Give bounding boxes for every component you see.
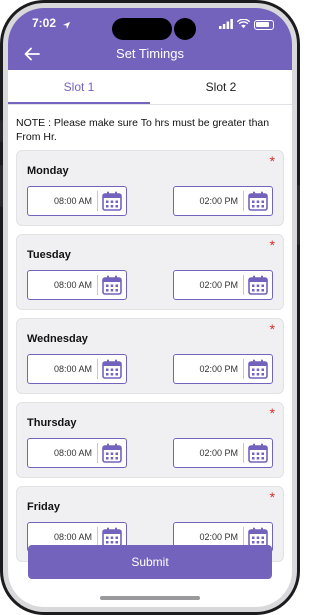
home-indicator	[100, 596, 200, 600]
from-time-field[interactable]: 08:00 AM	[27, 354, 127, 384]
required-mark: *	[269, 321, 275, 337]
slot-tabs: Slot 1 Slot 2	[8, 70, 292, 104]
calendar-icon[interactable]	[244, 354, 272, 384]
day-card-thursday: * Thursday 08:00 AM 02:00 PM	[16, 402, 284, 478]
from-time-field[interactable]: 08:00 AM	[27, 186, 127, 216]
mute-switch	[0, 120, 3, 142]
calendar-icon[interactable]	[98, 186, 126, 216]
from-time-field[interactable]: 08:00 AM	[27, 438, 127, 468]
calendar-icon[interactable]	[244, 270, 272, 300]
calendar-icon[interactable]	[244, 186, 272, 216]
day-name: Thursday	[27, 417, 77, 429]
phone-frame: 7:02 Set Timings Slot 1 Slot 2 NOTE: Pl…	[0, 0, 300, 615]
required-mark: *	[269, 405, 275, 421]
screen: 7:02 Set Timings Slot 1 Slot 2 NOTE: Pl…	[8, 8, 292, 607]
battery-icon	[254, 20, 274, 30]
from-time-field[interactable]: 08:00 AM	[27, 270, 127, 300]
calendar-icon[interactable]	[244, 438, 272, 468]
from-time-value: 08:00 AM	[53, 280, 92, 290]
status-time: 7:02	[32, 16, 57, 30]
day-name: Tuesday	[27, 249, 71, 261]
to-time-field[interactable]: 02:00 PM	[173, 186, 273, 216]
tab-slot-2[interactable]: Slot 2	[150, 70, 292, 104]
to-time-value: 02:00 PM	[199, 280, 238, 290]
day-card-tuesday: * Tuesday 08:00 AM 02:00 PM	[16, 234, 284, 310]
required-mark: *	[269, 237, 275, 253]
power-button	[297, 185, 300, 245]
signal-icon	[219, 16, 233, 34]
app-header: 7:02 Set Timings	[8, 8, 292, 70]
wifi-icon	[236, 16, 251, 34]
submit-button[interactable]: Submit	[28, 545, 272, 579]
front-camera	[174, 18, 196, 40]
from-time-value: 08:00 AM	[53, 364, 92, 374]
to-time-field[interactable]: 02:00 PM	[173, 438, 273, 468]
from-time-value: 08:00 AM	[53, 532, 92, 542]
day-name: Wednesday	[27, 333, 88, 345]
day-name: Monday	[27, 165, 69, 177]
day-list: * Monday 08:00 AM 02:00 PM * Tuesday 08:…	[16, 150, 284, 570]
location-icon	[62, 17, 71, 35]
calendar-icon[interactable]	[98, 354, 126, 384]
required-mark: *	[269, 153, 275, 169]
required-mark: *	[269, 489, 275, 505]
status-icons	[219, 16, 274, 34]
note-text: NOTE : Please make sure To hrs must be g…	[16, 117, 270, 143]
to-time-value: 02:00 PM	[199, 196, 238, 206]
tab-divider	[8, 104, 292, 105]
to-time-field[interactable]: 02:00 PM	[173, 270, 273, 300]
calendar-icon[interactable]	[98, 270, 126, 300]
day-name: Friday	[27, 501, 61, 513]
dynamic-island	[112, 18, 172, 40]
volume-up-button	[0, 165, 3, 207]
calendar-icon[interactable]	[98, 438, 126, 468]
day-card-wednesday: * Wednesday 08:00 AM 02:00 PM	[16, 318, 284, 394]
from-time-value: 08:00 AM	[53, 448, 92, 458]
day-card-monday: * Monday 08:00 AM 02:00 PM	[16, 150, 284, 226]
from-time-value: 08:00 AM	[53, 196, 92, 206]
tab-slot-1[interactable]: Slot 1	[8, 70, 150, 104]
to-time-value: 02:00 PM	[199, 448, 238, 458]
to-time-field[interactable]: 02:00 PM	[173, 354, 273, 384]
to-time-value: 02:00 PM	[199, 364, 238, 374]
page-title: Set Timings	[116, 46, 184, 61]
to-time-value: 02:00 PM	[199, 532, 238, 542]
